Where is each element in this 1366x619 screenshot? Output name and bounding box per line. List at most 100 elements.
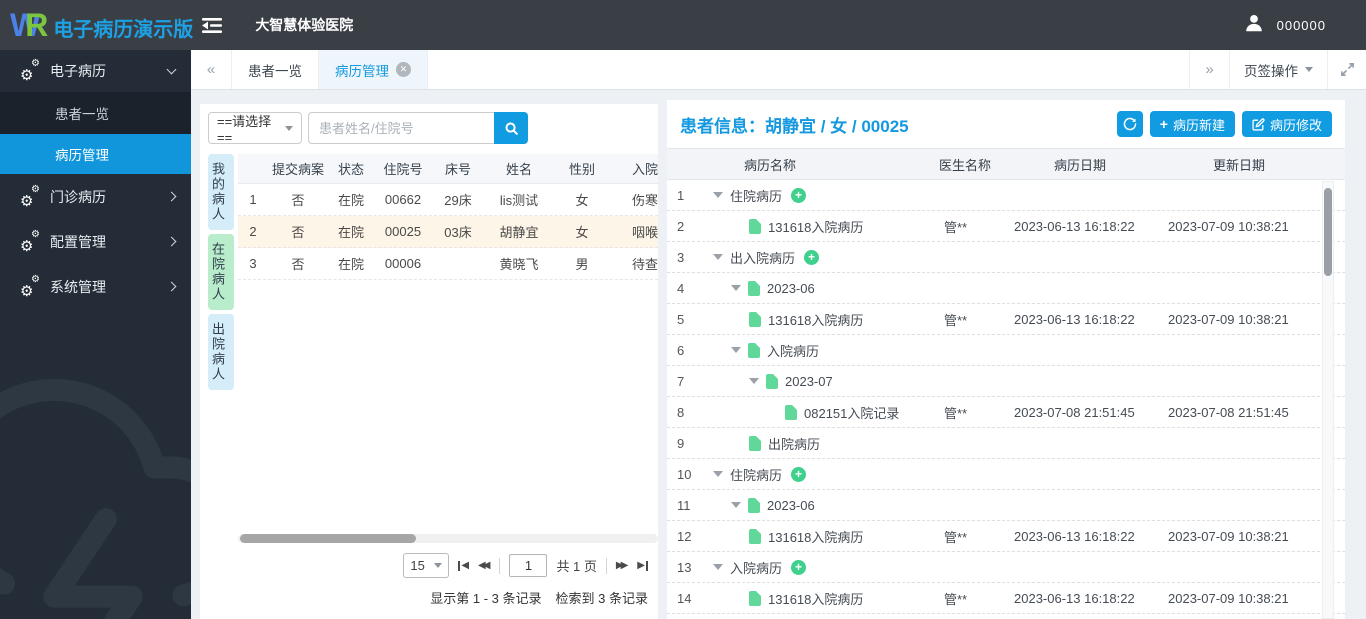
record-label[interactable]: 2023-07 <box>785 374 833 389</box>
record-label[interactable]: 131618入院病历 <box>768 589 863 608</box>
tab-record-manage[interactable]: 病历管理 ✕ <box>319 50 428 89</box>
record-row[interactable]: 8 082151入院记录 管** 2023-07-08 21:51:45 2023-07… <box>667 397 1345 428</box>
sidebar-item-system[interactable]: ⚙ ⚙ 系统管理 <box>0 264 191 309</box>
user-area[interactable]: 000000 <box>1243 12 1326 39</box>
row-number: 2 <box>677 218 685 234</box>
record-label[interactable]: 出入院病历 <box>730 248 795 267</box>
record-label[interactable]: 131618入院病历 <box>768 527 863 546</box>
first-page-button[interactable]: ◀ <box>458 560 469 571</box>
scrollbar-thumb[interactable] <box>240 534 417 543</box>
sidebar-collapse-icon[interactable] <box>201 17 223 34</box>
next-page-button[interactable]: ▶▶ <box>616 560 628 571</box>
patient-row[interactable]: 1 否在院 00662 29床 lis测试女伤寒 <box>238 184 658 216</box>
add-record-icon[interactable]: + <box>791 559 807 575</box>
app-title: 电子病历演示版 <box>53 18 194 41</box>
record-row[interactable]: 6 入院病历 <box>667 335 1345 366</box>
search-input[interactable] <box>308 112 494 144</box>
tree-expander-icon[interactable] <box>731 285 741 291</box>
tree-expander-icon[interactable] <box>731 502 741 508</box>
edit-icon <box>1252 117 1265 131</box>
tree-expander-icon[interactable] <box>713 192 723 198</box>
record-row[interactable]: 1 住院病历 + <box>667 180 1345 211</box>
vertical-scrollbar[interactable] <box>1322 181 1334 619</box>
modify-record-button[interactable]: 病历修改 <box>1241 111 1332 137</box>
chevron-down-icon <box>166 64 177 74</box>
chevron-right-icon <box>166 236 177 247</box>
record-row[interactable]: 13 入院病历 + <box>667 552 1345 583</box>
tree-expander-icon[interactable] <box>713 471 723 477</box>
row-number: 14 <box>677 590 692 606</box>
record-row[interactable]: 11 2023-06 <box>667 490 1345 521</box>
record-label[interactable]: 2023-06 <box>767 281 815 296</box>
document-icon <box>748 342 760 358</box>
sidebar-item-outpatient[interactable]: ⚙ ⚙ 门诊病历 <box>0 174 191 219</box>
record-label[interactable]: 131618入院病历 <box>768 217 863 236</box>
sidebar: ⚙ ⚙ 电子病历 患者一览 病历管理 ⚙ ⚙ 门诊病历 ⚙ ⚙ 配置管理 ⚙ ⚙ 系统管… <box>0 50 191 619</box>
tree-expander-icon[interactable] <box>731 347 741 353</box>
add-record-icon[interactable]: + <box>804 249 820 265</box>
record-label[interactable]: 入院病历 <box>730 558 782 577</box>
page-number-input[interactable] <box>509 554 548 577</box>
record-label[interactable]: 出院病历 <box>768 434 820 453</box>
document-icon <box>749 590 761 606</box>
sidebar-item-config[interactable]: ⚙ ⚙ 配置管理 <box>0 219 191 264</box>
app-window: WR 电子病历演示版 大智慧体验医院 000000 ⚙ ⚙ 电子病历 患者一览 … <box>0 0 1366 619</box>
tree-expander-icon[interactable] <box>713 254 723 260</box>
new-record-button[interactable]: + 病历新建 <box>1149 111 1235 137</box>
tabs-scroll-left-button[interactable]: « <box>191 50 232 89</box>
record-row[interactable]: 14 131618入院病历 管** 2023-06-13 16:18:22 2023-0… <box>667 583 1345 614</box>
document-icon <box>749 528 761 544</box>
last-page-button[interactable]: ▶ <box>637 560 648 571</box>
row-number: 10 <box>677 466 692 482</box>
record-label[interactable]: 住院病历 <box>730 186 782 205</box>
hospital-name[interactable]: 大智慧体验医院 <box>255 15 353 35</box>
patient-row[interactable]: 3 否在院 00006 黄晓飞男待查 <box>238 248 658 280</box>
record-label[interactable]: 082151入院记录 <box>804 403 899 422</box>
record-label[interactable]: 入院病历 <box>767 341 819 360</box>
prev-page-button[interactable]: ◀◀ <box>478 560 490 571</box>
vtab-my-patients[interactable]: 我的病人 <box>208 154 234 230</box>
filter-select[interactable]: ==请选择== <box>208 112 302 145</box>
record-row[interactable]: 10 住院病历 + <box>667 459 1345 490</box>
empty-area <box>238 280 658 534</box>
record-row[interactable]: 2 131618入院病历 管** 2023-06-13 16:18:22 2023-07… <box>667 211 1345 242</box>
add-record-icon[interactable]: + <box>791 187 807 203</box>
row-number: 7 <box>677 373 685 389</box>
sidebar-item-patient-list[interactable]: 患者一览 <box>0 92 191 134</box>
row-number: 5 <box>677 311 685 327</box>
sidebar-item-emr-root[interactable]: ⚙ ⚙ 电子病历 <box>0 50 191 92</box>
tab-patient-list[interactable]: 患者一览 <box>232 50 319 89</box>
tree-expander-icon[interactable] <box>713 564 723 570</box>
records-table-header: 病历名称 医生名称 病历日期 更新日期 <box>667 148 1345 180</box>
record-row[interactable]: 5 131618入院病历 管** 2023-06-13 16:18:22 2023-07… <box>667 304 1345 335</box>
record-label[interactable]: 131618入院病历 <box>768 310 863 329</box>
tabs-scroll-right-button[interactable]: » <box>1189 50 1229 89</box>
page-size-select[interactable]: 15 <box>403 553 450 578</box>
total-pages-label: 共 1 页 <box>556 559 597 574</box>
horizontal-scrollbar[interactable] <box>238 534 658 543</box>
record-row[interactable]: 4 2023-06 <box>667 273 1345 304</box>
sidebar-item-record-manage[interactable]: 病历管理 <box>0 134 191 174</box>
scrollbar-thumb[interactable] <box>1324 188 1332 276</box>
patient-row[interactable]: 2 否在院 00025 03床 胡静宜女咽喉 <box>238 216 658 248</box>
fullscreen-button[interactable] <box>1327 50 1366 89</box>
refresh-button[interactable] <box>1116 111 1143 137</box>
vtab-discharged[interactable]: 出院病人 <box>208 314 234 390</box>
row-number: 1 <box>677 187 685 203</box>
search-button[interactable] <box>494 112 528 144</box>
record-label[interactable]: 住院病历 <box>730 465 782 484</box>
tree-expander-icon[interactable] <box>749 378 759 384</box>
record-row[interactable]: 7 2023-07 <box>667 366 1345 397</box>
record-row[interactable]: 9 出院病历 <box>667 428 1345 459</box>
document-icon <box>749 435 761 451</box>
add-record-icon[interactable]: + <box>791 466 807 482</box>
tab-actions-dropdown[interactable]: 页签操作 <box>1229 50 1327 89</box>
record-label[interactable]: 2023-06 <box>767 498 815 513</box>
row-number: 12 <box>677 528 692 544</box>
tab-close-icon[interactable]: ✕ <box>396 62 411 77</box>
caret-down-icon <box>285 125 293 131</box>
vtab-inpatients[interactable]: 在院病人 <box>208 234 234 310</box>
record-row[interactable]: 12 131618入院病历 管** 2023-06-13 16:18:22 2023-0… <box>667 521 1345 552</box>
record-row[interactable]: 3 出入院病历 + <box>667 242 1345 273</box>
user-icon <box>1243 12 1265 39</box>
